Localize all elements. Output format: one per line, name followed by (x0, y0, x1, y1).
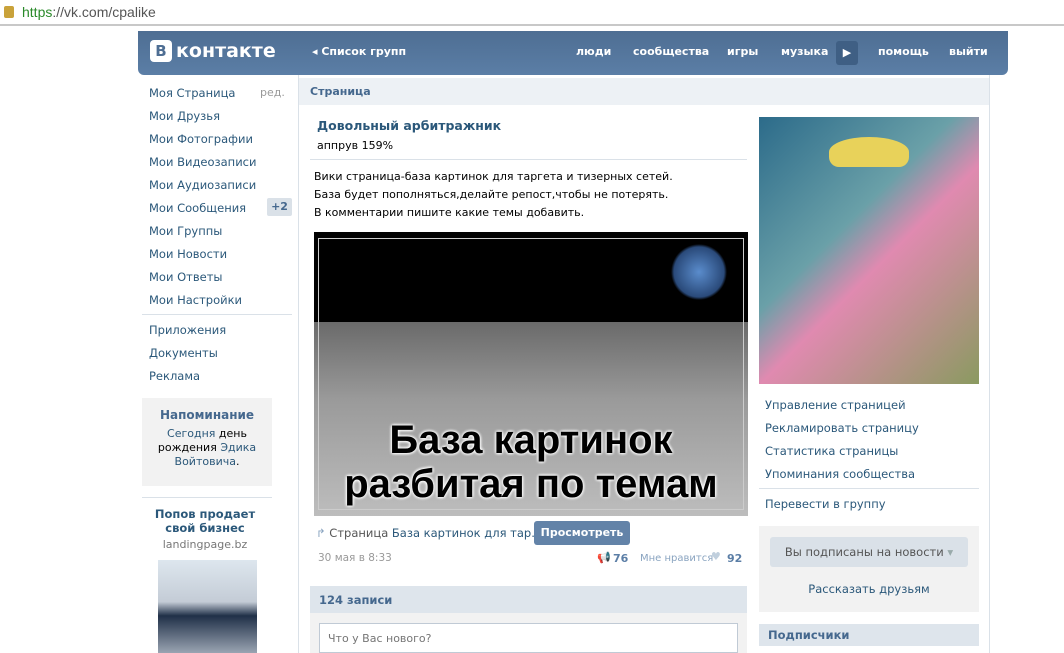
url-path: ://vk.com/cpalike (52, 4, 156, 20)
divider (142, 497, 272, 498)
hat-shape (829, 137, 909, 167)
new-post-input[interactable] (319, 623, 738, 653)
convert-to-group-link[interactable]: Перевести в группу (765, 497, 886, 511)
subscribers-header[interactable]: Подписчики (759, 624, 979, 646)
divider (759, 488, 979, 489)
nav-people[interactable]: люди (576, 45, 611, 58)
page-title: Довольный арбитражник (317, 118, 502, 133)
menu-apps[interactable]: Приложения (149, 323, 226, 337)
repost-icon[interactable]: 📢 (597, 551, 611, 564)
edit-link[interactable]: ред. (260, 86, 285, 99)
share-arrow-icon: ↱ (316, 526, 330, 540)
chevron-left-icon: ◂ (312, 45, 322, 58)
reminder-end: . (235, 455, 240, 468)
tell-friends-link[interactable]: Рассказать друзьям (759, 582, 979, 596)
section-header: Страница (299, 78, 989, 105)
chevron-down-icon: ▾ (947, 545, 954, 559)
menu-settings[interactable]: Мои Настройки (149, 293, 242, 307)
menu-groups[interactable]: Мои Группы (149, 224, 222, 238)
post-line: База будет пополняться,делайте репост,чт… (314, 188, 669, 201)
menu-videos[interactable]: Мои Видеозаписи (149, 155, 256, 169)
mentions-link[interactable]: Упоминания сообщества (765, 467, 915, 481)
like-count[interactable]: 92 (727, 552, 742, 565)
nav-communities[interactable]: сообщества (633, 45, 709, 58)
reminder-title: Напоминание (159, 408, 255, 422)
lock-icon (4, 6, 14, 18)
menu-ads[interactable]: Реклама (149, 369, 200, 383)
back-to-groups-link[interactable]: ◂ Список групп (312, 45, 406, 58)
today-link[interactable]: Сегодня (167, 427, 215, 440)
view-button[interactable]: Просмотреть (534, 521, 630, 545)
vk-logo[interactable]: Вконтакте (150, 40, 276, 62)
posts-count-header: 124 записи (310, 586, 747, 613)
logo-mark: В (150, 40, 172, 62)
ad-domain[interactable]: landingpage.bz (150, 538, 260, 551)
menu-documents[interactable]: Документы (149, 346, 218, 360)
ad-title[interactable]: Попов продает свой бизнес (150, 507, 260, 535)
divider (142, 314, 292, 315)
menu-friends[interactable]: Мои Друзья (149, 109, 220, 123)
menu-my-page[interactable]: Моя Страница (149, 86, 235, 100)
heart-icon[interactable]: ♥ (711, 550, 721, 563)
reminder-box: Напоминание Сегодня день рождения Эдика … (142, 398, 272, 486)
music-play-icon[interactable]: ▶ (836, 41, 858, 65)
url-scheme: https (22, 4, 53, 20)
subscribed-dropdown[interactable]: Вы подписаны на новости ▾ (770, 537, 968, 567)
menu-photos[interactable]: Мои Фотографии (149, 132, 253, 146)
post-line: В комментарии пишите какие темы добавить… (314, 206, 585, 219)
ad-image[interactable] (158, 560, 257, 653)
caption-line: разбитая по темам (344, 462, 718, 506)
nav-help[interactable]: помощь (878, 45, 929, 58)
caption-line: База картинок (389, 418, 673, 462)
back-label: Список групп (321, 45, 407, 58)
subscribed-label: Вы подписаны на новости (784, 545, 944, 559)
menu-answers[interactable]: Мои Ответы (149, 270, 222, 284)
attachment-prefix: Страница (329, 526, 389, 540)
post-image[interactable]: База картинок разбитая по темам (314, 232, 748, 516)
menu-audio[interactable]: Мои Аудиозаписи (149, 178, 256, 192)
menu-news[interactable]: Мои Новости (149, 247, 227, 261)
messages-badge[interactable]: +2 (267, 198, 292, 216)
repost-count[interactable]: 76 (613, 552, 628, 565)
nav-logout[interactable]: выйти (949, 45, 988, 58)
post-line: Вики страница-база картинок для таргета … (314, 170, 673, 183)
attachment-link[interactable]: База картинок для тар.. (392, 526, 539, 540)
image-caption: База картинок разбитая по темам (314, 418, 748, 506)
nav-games[interactable]: игры (727, 45, 758, 58)
menu-messages[interactable]: Мои Сообщения (149, 201, 246, 215)
like-label[interactable]: Мне нравится (640, 553, 713, 564)
page-stats-link[interactable]: Статистика страницы (765, 444, 898, 458)
post-text: Вики страница-база картинок для таргета … (314, 168, 673, 222)
page-avatar[interactable] (759, 117, 979, 384)
divider (310, 159, 747, 160)
manage-page-link[interactable]: Управление страницей (765, 398, 906, 412)
url-text[interactable]: https://vk.com/cpalike (22, 4, 156, 20)
advertise-page-link[interactable]: Рекламировать страницу (765, 421, 919, 435)
page-status: аппрув 159% (317, 139, 394, 152)
attachment: ↱ Страница База картинок для тар.. (316, 526, 539, 540)
browser-address-bar[interactable] (0, 0, 1064, 26)
post-date[interactable]: 30 мая в 8:33 (318, 552, 392, 564)
logo-text: контакте (176, 40, 276, 62)
nav-music[interactable]: музыка (781, 45, 828, 58)
